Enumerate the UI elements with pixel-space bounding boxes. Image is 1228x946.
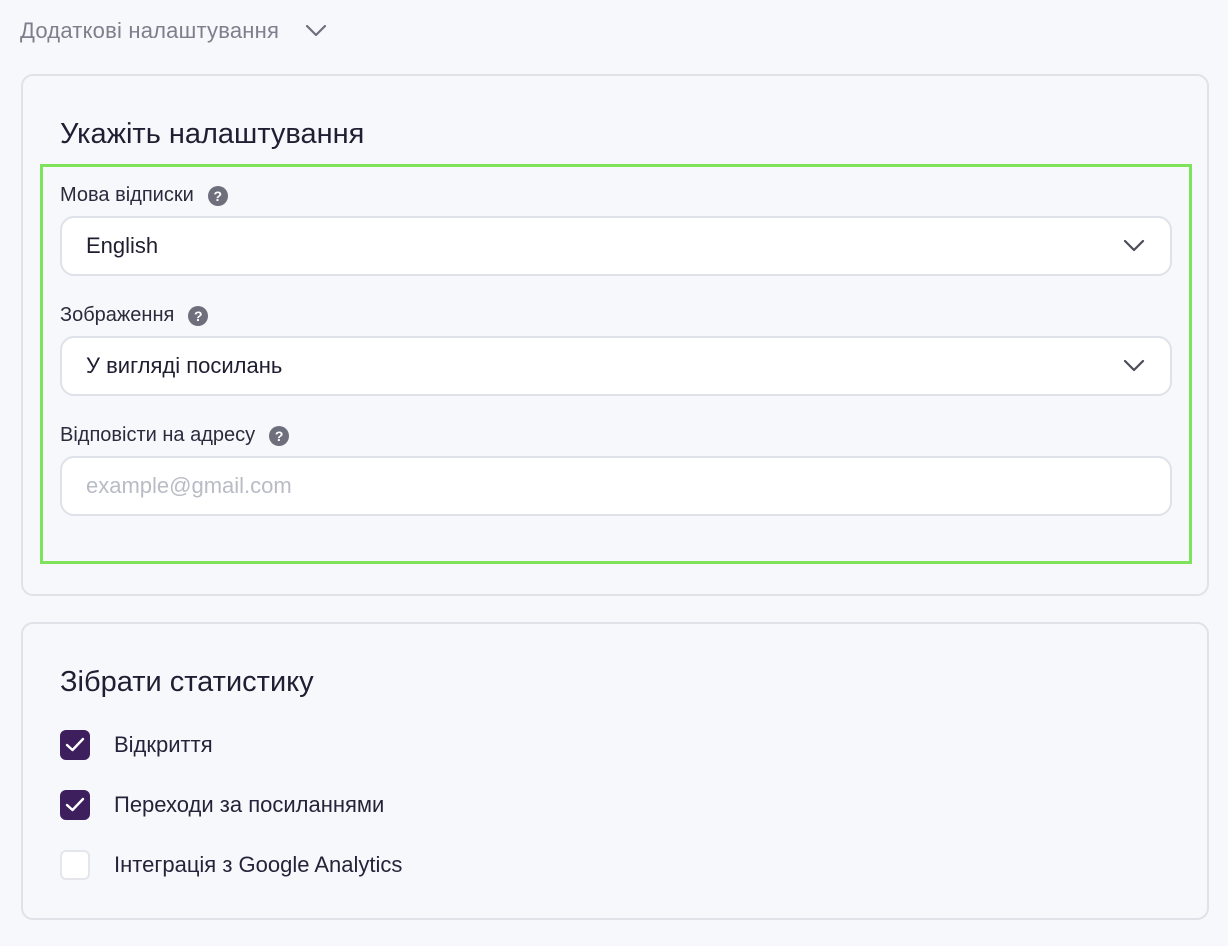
images-select[interactable]: У вигляді посилань <box>60 336 1172 396</box>
google-analytics-checkbox[interactable] <box>60 850 90 880</box>
additional-settings-label: Додаткові налаштування <box>20 18 280 43</box>
link-clicks-label: Переходи за посиланнями <box>114 792 385 817</box>
images-label: Зображення ? <box>60 304 209 327</box>
reply-to-label: Відповісти на адресу ? <box>60 424 290 447</box>
checkmark-icon <box>65 797 85 812</box>
images-label-text: Зображення <box>60 304 175 326</box>
unsubscribe-language-label: Мова відписки ? <box>60 184 228 207</box>
page: Додаткові налаштування Укажіть налаштува… <box>0 0 1228 946</box>
opens-option[interactable]: Відкриття <box>60 730 213 760</box>
opens-checkbox[interactable] <box>60 730 90 760</box>
google-analytics-label: Інтеграція з Google Analytics <box>114 852 403 877</box>
statistics-card: Зібрати статистику Відкриття Переходи за… <box>21 622 1209 920</box>
unsubscribe-language-select[interactable]: English <box>60 216 1172 276</box>
reply-to-label-text: Відповісти на адресу <box>60 424 256 446</box>
google-analytics-option[interactable]: Інтеграція з Google Analytics <box>60 850 402 880</box>
link-clicks-checkbox[interactable] <box>60 790 90 820</box>
chevron-down-icon <box>1122 354 1146 378</box>
checkmark-icon <box>65 737 85 752</box>
unsubscribe-language-label-text: Мова відписки <box>60 184 194 206</box>
statistics-card-title: Зібрати статистику <box>60 666 314 698</box>
chevron-down-icon <box>1122 234 1146 258</box>
help-icon[interactable]: ? <box>207 185 228 206</box>
reply-to-field[interactable] <box>60 456 1172 516</box>
reply-to-input[interactable] <box>86 473 1146 499</box>
help-icon[interactable]: ? <box>188 305 209 326</box>
link-clicks-option[interactable]: Переходи за посиланнями <box>60 790 384 820</box>
opens-label: Відкриття <box>114 732 213 757</box>
settings-card-title: Укажіть налаштування <box>60 118 365 150</box>
help-icon[interactable]: ? <box>269 425 290 446</box>
settings-card: Укажіть налаштування Мова відписки ? Eng… <box>21 74 1209 596</box>
chevron-down-icon <box>305 20 327 42</box>
unsubscribe-language-value: English <box>86 233 159 258</box>
additional-settings-toggle[interactable]: Додаткові налаштування <box>20 18 327 44</box>
images-value: У вигляді посилань <box>86 353 283 378</box>
